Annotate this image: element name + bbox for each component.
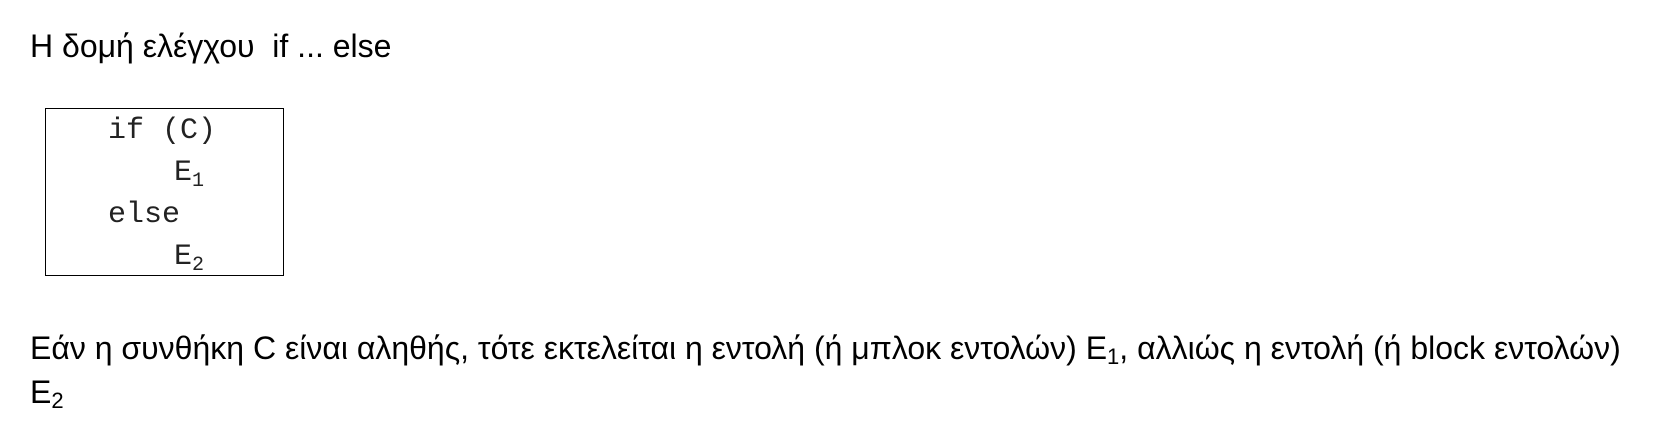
description-text-1: Εάν η συνθήκη C είναι αληθής, τότε εκτελ… <box>30 330 1108 366</box>
code-line-if: if (C) <box>108 114 217 148</box>
code-line-statement-2: E2 <box>174 239 205 277</box>
code-block: if (C) E1 else E2 <box>45 108 284 276</box>
page-title: Η δομή ελέγχου if ... else <box>30 28 392 64</box>
statement-2-subscript: 2 <box>192 254 205 277</box>
description-subscript-2: 2 <box>51 388 64 413</box>
description-paragraph: Εάν η συνθήκη C είναι αληθής, τότε εκτελ… <box>30 326 1640 414</box>
statement-2-name: E <box>174 240 193 274</box>
code-line-statement-1: E1 <box>174 155 205 193</box>
description-subscript-1: 1 <box>1107 344 1120 369</box>
statement-1-name: E <box>174 156 193 190</box>
statement-1-subscript: 1 <box>192 170 205 193</box>
code-line-else: else <box>108 198 181 232</box>
